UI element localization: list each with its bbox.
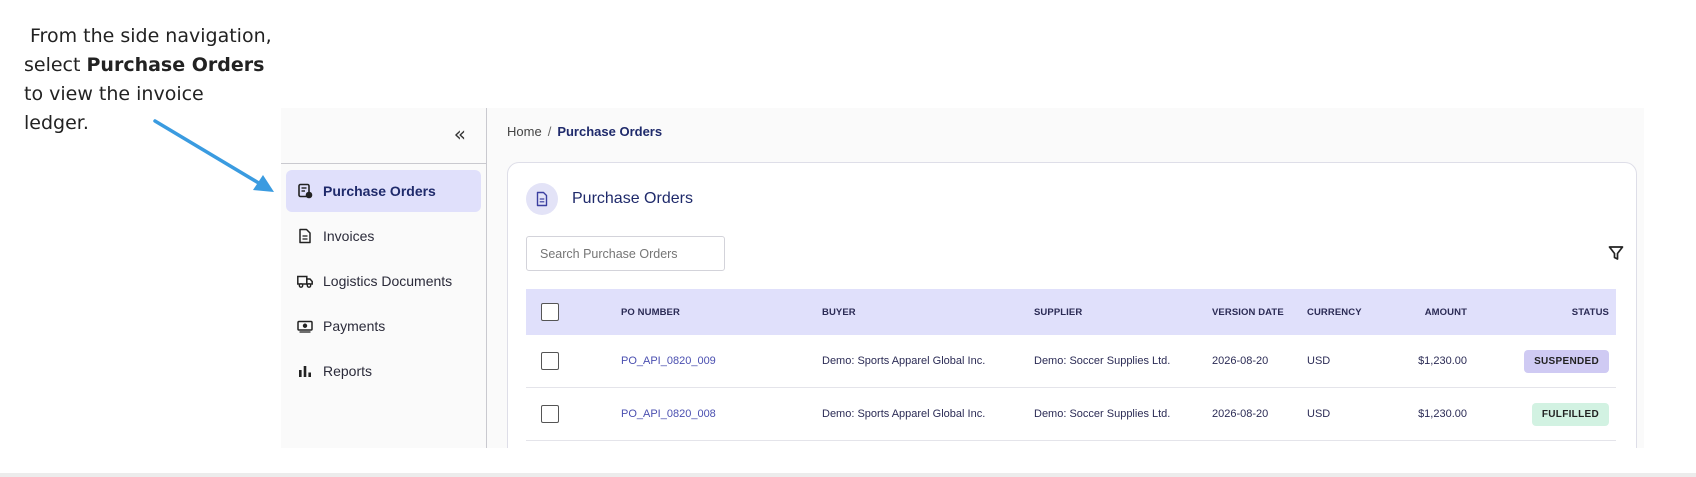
po-number-link[interactable]: PO_API_0820_008 xyxy=(621,408,716,420)
document-icon xyxy=(297,228,313,244)
row-checkbox[interactable] xyxy=(541,405,559,423)
callout-line-1: From the side navigation, xyxy=(30,25,272,47)
table-row[interactable]: PO_API_0820_008 Demo: Sports Apparel Glo… xyxy=(526,388,1616,441)
buyer-cell: Demo: Sports Apparel Global Inc. xyxy=(822,408,986,420)
column-header-amount[interactable]: AMOUNT xyxy=(1387,307,1467,318)
supplier-cell: Demo: Soccer Supplies Ltd. xyxy=(1034,408,1171,420)
card-header: Purchase Orders xyxy=(526,183,693,215)
side-navigation: « Purchase Orders Invoices Logistics Doc… xyxy=(281,108,487,448)
status-badge: FULFILLED xyxy=(1531,402,1609,426)
breadcrumb-current: Purchase Orders xyxy=(557,124,663,139)
column-header-supplier[interactable]: SUPPLIER xyxy=(1034,307,1212,318)
truck-icon xyxy=(297,273,313,289)
callout-line-3: to view the invoice ledger. xyxy=(24,83,204,134)
callout-highlight: Purchase Orders xyxy=(86,54,265,76)
status-cell: FULFILLED xyxy=(1467,402,1616,426)
row-select-cell xyxy=(526,352,621,370)
currency-cell: USD xyxy=(1307,355,1331,367)
sidebar-item-label: Invoices xyxy=(323,228,375,244)
status-cell: SUSPENDED xyxy=(1467,349,1616,373)
breadcrumb-home[interactable]: Home xyxy=(507,124,542,139)
column-header-status[interactable]: STATUS xyxy=(1467,307,1616,318)
sidebar-item-label: Reports xyxy=(323,363,373,379)
column-header-currency[interactable]: CURRENCY xyxy=(1307,307,1387,318)
supplier-cell: Demo: Soccer Supplies Ltd. xyxy=(1034,355,1171,367)
sidebar-item-invoices[interactable]: Invoices xyxy=(286,215,481,257)
document-icon xyxy=(526,183,558,215)
purchase-order-icon xyxy=(297,183,313,199)
bar-chart-icon xyxy=(297,363,313,379)
table-header: PO NUMBER BUYER SUPPLIER VERSION DATE CU… xyxy=(526,289,1616,335)
instruction-callout: From the side navigation, select Purchas… xyxy=(24,22,274,138)
search-input[interactable] xyxy=(526,236,725,271)
app-window: « Purchase Orders Invoices Logistics Doc… xyxy=(281,108,1644,448)
sidebar-item-purchase-orders[interactable]: Purchase Orders xyxy=(286,170,481,212)
po-number-link[interactable]: PO_API_0820_009 xyxy=(621,355,716,367)
breadcrumb-separator: / xyxy=(547,124,552,139)
table-row[interactable]: PO_API_0820_009 Demo: Sports Apparel Glo… xyxy=(526,335,1616,388)
column-header-version-date[interactable]: VERSION DATE xyxy=(1212,307,1307,318)
column-header-buyer[interactable]: BUYER xyxy=(822,307,1034,318)
purchase-orders-table: PO NUMBER BUYER SUPPLIER VERSION DATE CU… xyxy=(526,289,1616,441)
main-content: Home / Purchase Orders Purchase Orders S… xyxy=(488,108,1644,448)
bottom-divider xyxy=(0,473,1696,477)
page: From the side navigation, select Purchas… xyxy=(0,0,1696,477)
select-all-cell xyxy=(526,303,621,321)
sidebar-item-logistics-documents[interactable]: Logistics Documents xyxy=(286,260,481,302)
sidebar-item-label: Payments xyxy=(323,318,386,334)
status-badge: SUSPENDED xyxy=(1524,349,1609,373)
sidebar-item-payments[interactable]: Payments xyxy=(286,305,481,347)
page-title: Purchase Orders xyxy=(572,190,693,207)
amount-cell: $1,230.00 xyxy=(1418,408,1467,420)
sidebar-item-label: Purchase Orders xyxy=(323,183,436,199)
row-checkbox[interactable] xyxy=(541,352,559,370)
row-select-cell xyxy=(526,405,621,423)
nav-list: Purchase Orders Invoices Logistics Docum… xyxy=(281,164,486,392)
sidebar-item-label: Logistics Documents xyxy=(323,273,453,289)
sidebar-item-reports[interactable]: Reports xyxy=(286,350,481,392)
money-icon xyxy=(297,318,313,334)
callout-line-2: select Purchase Orders xyxy=(24,51,274,80)
filter-icon[interactable] xyxy=(1608,245,1624,261)
column-header-po-number[interactable]: PO NUMBER xyxy=(621,307,822,318)
version-date-cell: 2026-08-20 xyxy=(1212,355,1269,367)
collapse-sidebar-button[interactable]: « xyxy=(454,124,466,144)
select-all-checkbox[interactable] xyxy=(541,303,559,321)
version-date-cell: 2026-08-20 xyxy=(1212,408,1269,420)
breadcrumb: Home / Purchase Orders xyxy=(507,124,662,139)
sidebar-header: « xyxy=(281,108,486,164)
purchase-orders-card: Purchase Orders PO NUMBER BUYER SUPPLIER… xyxy=(507,162,1637,448)
currency-cell: USD xyxy=(1307,408,1331,420)
callout-line-2-prefix: select xyxy=(24,54,87,76)
amount-cell: $1,230.00 xyxy=(1418,355,1467,367)
buyer-cell: Demo: Sports Apparel Global Inc. xyxy=(822,355,986,367)
